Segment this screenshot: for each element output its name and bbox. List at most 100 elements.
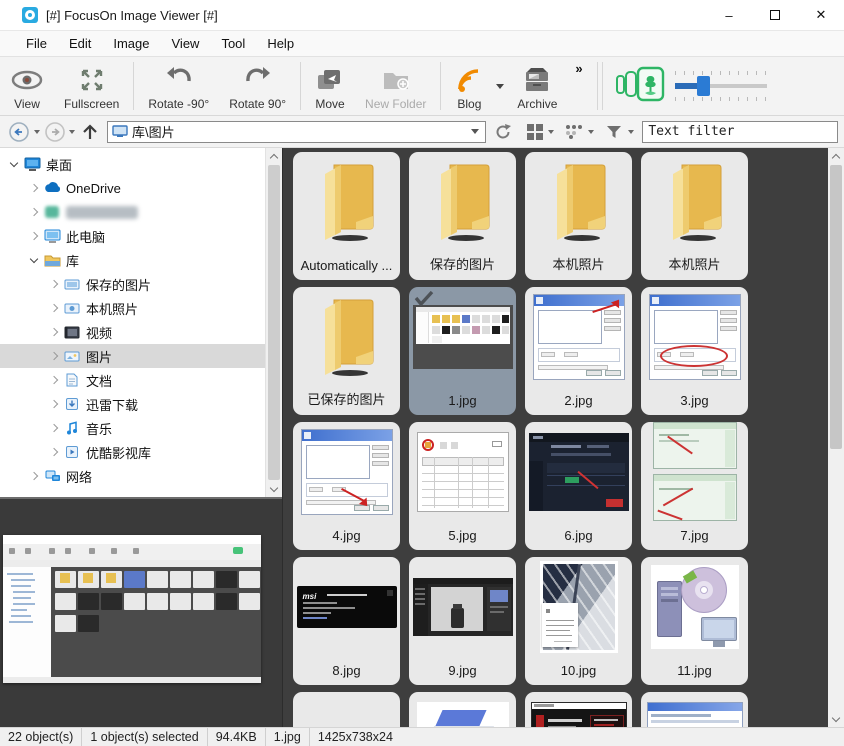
view-button[interactable]: View	[0, 59, 54, 113]
tree-scrollbar[interactable]	[265, 148, 282, 497]
up-button[interactable]	[77, 119, 103, 145]
chevron-right-icon[interactable]	[26, 228, 42, 244]
address-field[interactable]: 库\图片	[107, 121, 486, 143]
chevron-right-icon[interactable]	[46, 372, 62, 388]
scrollbar-thumb[interactable]	[268, 165, 280, 480]
scroll-down-arrow[interactable]	[828, 711, 844, 727]
menu-file[interactable]: File	[16, 33, 57, 54]
move-button[interactable]: Move	[305, 59, 355, 113]
menu-edit[interactable]: Edit	[59, 33, 101, 54]
view-mode-button[interactable]	[524, 119, 546, 145]
blog-dropdown[interactable]	[493, 84, 507, 89]
tree-item-label: 图片	[86, 347, 112, 366]
tree-item-视频[interactable]: 视频	[0, 320, 282, 344]
maximize-button[interactable]	[752, 0, 798, 30]
rotate-right-button[interactable]: Rotate 90°	[219, 59, 296, 113]
folder-card[interactable]: 保存的图片	[409, 152, 516, 280]
menu-tool[interactable]: Tool	[211, 33, 255, 54]
chevron-down-icon[interactable]	[26, 252, 42, 268]
tree-item-文档[interactable]: 文档	[0, 368, 282, 392]
tree-item-音乐[interactable]: 音乐	[0, 416, 282, 440]
chevron-right-icon[interactable]	[46, 420, 62, 436]
back-button[interactable]	[6, 119, 32, 145]
tree-item-桌面[interactable]: 桌面	[0, 152, 282, 176]
status-bar: 22 object(s)1 object(s) selected94.4KB1.…	[0, 727, 844, 746]
tree-item-label: 音乐	[86, 419, 112, 438]
grid-scrollbar[interactable]	[828, 148, 844, 727]
scroll-down-arrow[interactable]	[266, 481, 282, 497]
scrollbar-thumb[interactable]	[830, 165, 842, 449]
image-card[interactable]: 9.jpg	[409, 557, 516, 685]
tree-item-优酷影视库[interactable]: 优酷影视库	[0, 440, 282, 464]
chevron-right-icon[interactable]	[46, 444, 62, 460]
image-card[interactable]: 7.jpg	[641, 422, 748, 550]
tree-item-迅雷下载[interactable]: 迅雷下载	[0, 392, 282, 416]
blog-button[interactable]: Blog	[445, 59, 493, 113]
image-card[interactable]: 4.jpg	[293, 422, 400, 550]
folder-card[interactable]: 本机照片	[641, 152, 748, 280]
sort-button[interactable]	[562, 119, 586, 145]
tree-item-网络[interactable]: 网络	[0, 464, 282, 488]
folder-card[interactable]: Automatically ...	[293, 152, 400, 280]
image-card[interactable]: 1.jpg	[409, 287, 516, 415]
rotate-left-button[interactable]: Rotate -90°	[138, 59, 219, 113]
scroll-up-arrow[interactable]	[828, 148, 844, 164]
tree-item-图片[interactable]: 图片	[0, 344, 282, 368]
close-button[interactable]: ✕	[798, 0, 844, 30]
chevron-right-icon[interactable]	[46, 324, 62, 340]
new-folder-button[interactable]: New Folder	[355, 59, 436, 113]
chevron-down-icon[interactable]	[6, 156, 22, 172]
back-history-dropdown[interactable]	[34, 130, 40, 134]
chevron-right-icon[interactable]	[46, 348, 62, 364]
image-card[interactable]: 6.jpg	[525, 422, 632, 550]
toolbar-overflow-button[interactable]: »	[575, 61, 581, 76]
fullscreen-button[interactable]: Fullscreen	[54, 59, 129, 113]
tree-item-label: 桌面	[46, 155, 72, 174]
chevron-right-icon[interactable]	[46, 276, 62, 292]
image-card[interactable]	[641, 692, 748, 727]
filter-dropdown[interactable]	[628, 130, 634, 134]
chevron-right-icon[interactable]	[26, 468, 42, 484]
tree-item-本机照片[interactable]: 本机照片	[0, 296, 282, 320]
scroll-up-arrow[interactable]	[266, 148, 282, 164]
chevron-right-icon[interactable]	[26, 180, 42, 196]
refresh-button[interactable]	[490, 119, 516, 145]
menu-view[interactable]: View	[162, 33, 210, 54]
slider-handle[interactable]	[697, 76, 710, 96]
folder-icon	[293, 291, 400, 383]
chevron-right-icon[interactable]	[26, 204, 42, 220]
image-card[interactable]: 2.jpg	[525, 287, 632, 415]
image-card[interactable]: msi8.jpg	[293, 557, 400, 685]
image-card[interactable]	[525, 692, 632, 727]
chevron-right-icon[interactable]	[46, 396, 62, 412]
folder-icon	[525, 156, 632, 248]
tree-item-OneDrive[interactable]: OneDrive	[0, 176, 282, 200]
tree-item-库[interactable]: 库	[0, 248, 282, 272]
videos-icon	[62, 324, 82, 340]
menu-image[interactable]: Image	[103, 33, 159, 54]
filter-button[interactable]	[602, 119, 626, 145]
text-filter-input[interactable]: Text filter	[642, 121, 838, 143]
thumbnail-size-slider[interactable]	[675, 69, 767, 103]
forward-button[interactable]	[42, 119, 68, 145]
address-dropdown-icon[interactable]	[471, 129, 479, 134]
minimize-button[interactable]: –	[706, 0, 752, 30]
image-card[interactable]: 3.jpg	[641, 287, 748, 415]
view-mode-dropdown[interactable]	[548, 130, 554, 134]
sort-dropdown[interactable]	[588, 130, 594, 134]
tree-item-user[interactable]	[0, 200, 282, 224]
tree-item-保存的图片[interactable]: 保存的图片	[0, 272, 282, 296]
image-card[interactable]: 10.jpg	[525, 557, 632, 685]
folder-card[interactable]: 本机照片	[525, 152, 632, 280]
archive-button[interactable]: Archive	[507, 59, 567, 113]
menu-help[interactable]: Help	[257, 33, 304, 54]
image-card[interactable]: 11.jpg	[641, 557, 748, 685]
chevron-right-icon[interactable]	[46, 300, 62, 316]
forward-history-dropdown[interactable]	[69, 130, 75, 134]
folder-card[interactable]: 已保存的图片	[293, 287, 400, 415]
image-card[interactable]	[409, 692, 516, 727]
tree-item-此电脑[interactable]: 此电脑	[0, 224, 282, 248]
image-card[interactable]	[293, 692, 400, 727]
image-card[interactable]: 5.jpg	[409, 422, 516, 550]
pictures-icon	[62, 348, 82, 364]
